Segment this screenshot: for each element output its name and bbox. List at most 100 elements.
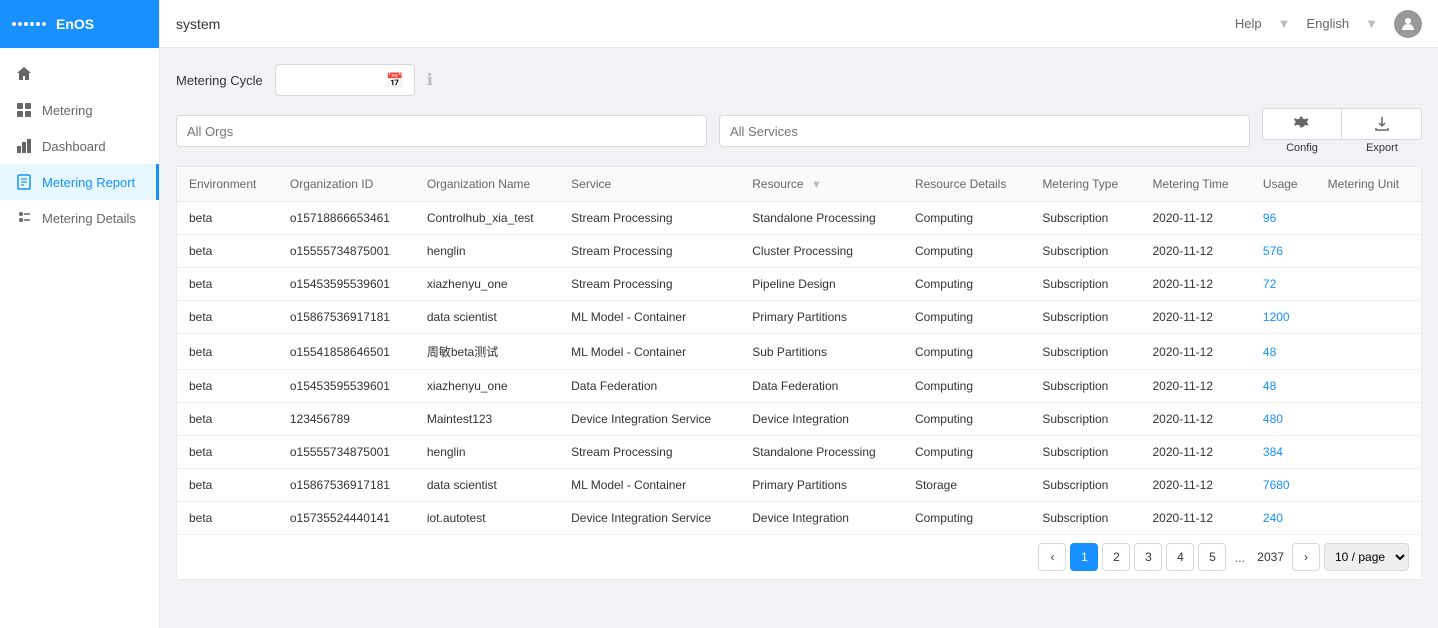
config-button[interactable] bbox=[1262, 108, 1342, 140]
cell-org-id: o15453595539601 bbox=[278, 370, 415, 403]
cell-org-id: o15867536917181 bbox=[278, 469, 415, 502]
sidebar-item-dashboard[interactable]: Dashboard bbox=[0, 128, 159, 164]
cell-org-id: o15718866653461 bbox=[278, 202, 415, 235]
dashboard-icon bbox=[16, 138, 32, 154]
cell-resource: Pipeline Design bbox=[740, 268, 903, 301]
cell-usage[interactable]: 72 bbox=[1251, 268, 1316, 301]
cell-org-name: henglin bbox=[415, 235, 559, 268]
calendar-icon: 📅 bbox=[386, 72, 403, 89]
sidebar-item-metering-label: Metering bbox=[42, 103, 93, 118]
sidebar-item-metering-details-label: Metering Details bbox=[42, 211, 136, 226]
sidebar-item-metering-details[interactable]: Metering Details bbox=[0, 200, 159, 236]
cell-environment: beta bbox=[177, 334, 278, 370]
col-resource[interactable]: Resource ▼ bbox=[740, 167, 903, 202]
cell-usage[interactable]: 96 bbox=[1251, 202, 1316, 235]
info-icon[interactable]: ℹ bbox=[427, 70, 433, 90]
details-icon bbox=[16, 210, 32, 226]
cell-usage[interactable]: 48 bbox=[1251, 334, 1316, 370]
export-button[interactable] bbox=[1342, 108, 1422, 140]
sidebar-item-metering[interactable]: Metering bbox=[0, 92, 159, 128]
date-input-field[interactable]: 2020-11 bbox=[286, 73, 381, 88]
export-label: Export bbox=[1342, 142, 1422, 154]
cell-environment: beta bbox=[177, 436, 278, 469]
cell-org-id: o15735524440141 bbox=[278, 502, 415, 535]
cell-resource: Primary Partitions bbox=[740, 469, 903, 502]
cell-metering-time: 2020-11-12 bbox=[1141, 436, 1251, 469]
cell-org-id: 123456789 bbox=[278, 403, 415, 436]
table-row: beta o15555734875001 henglin Stream Proc… bbox=[177, 235, 1421, 268]
page-size-select[interactable]: 10 / page 20 / page 50 / page bbox=[1324, 543, 1409, 571]
cell-usage[interactable]: 1200 bbox=[1251, 301, 1316, 334]
cell-service: Stream Processing bbox=[559, 202, 740, 235]
report-icon bbox=[16, 174, 32, 190]
cell-resource-details: Storage bbox=[903, 469, 1030, 502]
sidebar-item-metering-report[interactable]: Metering Report bbox=[0, 164, 159, 200]
filter-row: Metering Cycle 2020-11 📅 ℹ bbox=[176, 64, 1422, 96]
page-3-button[interactable]: 3 bbox=[1134, 543, 1162, 571]
help-button[interactable]: Help bbox=[1235, 16, 1262, 31]
sidebar-item-home[interactable] bbox=[0, 56, 159, 92]
page-4-button[interactable]: 4 bbox=[1166, 543, 1194, 571]
cell-service: Stream Processing bbox=[559, 436, 740, 469]
cell-service: Data Federation bbox=[559, 370, 740, 403]
cell-metering-type: Subscription bbox=[1030, 268, 1140, 301]
date-picker[interactable]: 2020-11 📅 bbox=[275, 64, 415, 96]
language-selector[interactable]: English bbox=[1306, 16, 1349, 31]
cell-resource-details: Computing bbox=[903, 334, 1030, 370]
cell-metering-type: Subscription bbox=[1030, 403, 1140, 436]
cell-resource: Device Integration bbox=[740, 403, 903, 436]
services-search-input[interactable] bbox=[719, 115, 1250, 147]
cell-resource-details: Computing bbox=[903, 235, 1030, 268]
cell-resource: Primary Partitions bbox=[740, 301, 903, 334]
cell-environment: beta bbox=[177, 469, 278, 502]
table-row: beta o15541858646501 周敏beta测试 ML Model -… bbox=[177, 334, 1421, 370]
cell-service: Stream Processing bbox=[559, 268, 740, 301]
page-1-button[interactable]: 1 bbox=[1070, 543, 1098, 571]
system-label: system bbox=[176, 16, 220, 32]
cell-resource-details: Computing bbox=[903, 202, 1030, 235]
table-row: beta 123456789 Maintest123 Device Integr… bbox=[177, 403, 1421, 436]
cell-resource: Sub Partitions bbox=[740, 334, 903, 370]
cell-usage[interactable]: 384 bbox=[1251, 436, 1316, 469]
cell-resource-details: Computing bbox=[903, 403, 1030, 436]
cell-usage[interactable]: 48 bbox=[1251, 370, 1316, 403]
cell-org-name: xiazhenyu_one bbox=[415, 268, 559, 301]
user-avatar[interactable] bbox=[1394, 10, 1422, 38]
cell-resource: Cluster Processing bbox=[740, 235, 903, 268]
cell-metering-time: 2020-11-12 bbox=[1141, 334, 1251, 370]
data-table: Environment Organization ID Organization… bbox=[176, 166, 1422, 580]
cell-service: Device Integration Service bbox=[559, 403, 740, 436]
cell-metering-type: Subscription bbox=[1030, 469, 1140, 502]
col-resource-details: Resource Details bbox=[903, 167, 1030, 202]
cell-usage[interactable]: 576 bbox=[1251, 235, 1316, 268]
cell-metering-unit bbox=[1316, 469, 1421, 502]
resource-filter-icon[interactable]: ▼ bbox=[811, 179, 822, 191]
cell-metering-type: Subscription bbox=[1030, 502, 1140, 535]
logo-text: EnOS bbox=[56, 16, 94, 32]
cell-org-name: 周敏beta测试 bbox=[415, 334, 559, 370]
cell-usage[interactable]: 480 bbox=[1251, 403, 1316, 436]
cell-environment: beta bbox=[177, 502, 278, 535]
cell-metering-unit bbox=[1316, 202, 1421, 235]
page-next-button[interactable]: › bbox=[1292, 543, 1320, 571]
cell-metering-unit bbox=[1316, 235, 1421, 268]
page-prev-button[interactable]: ‹ bbox=[1038, 543, 1066, 571]
cell-service: ML Model - Container bbox=[559, 469, 740, 502]
cell-org-name: data scientist bbox=[415, 301, 559, 334]
col-org-name: Organization Name bbox=[415, 167, 559, 202]
cell-org-id: o15867536917181 bbox=[278, 301, 415, 334]
cell-resource-details: Computing bbox=[903, 370, 1030, 403]
org-search-input[interactable] bbox=[176, 115, 707, 147]
main-content: system Help ▼ English ▼ Metering Cycle 2… bbox=[160, 0, 1438, 628]
pagination: ‹ 1 2 3 4 5 ... 2037 › 10 / page 20 / pa… bbox=[177, 534, 1421, 579]
cell-metering-type: Subscription bbox=[1030, 334, 1140, 370]
cell-metering-time: 2020-11-12 bbox=[1141, 202, 1251, 235]
page-5-button[interactable]: 5 bbox=[1198, 543, 1226, 571]
app-logo[interactable]: EnOS bbox=[0, 0, 159, 48]
page-2-button[interactable]: 2 bbox=[1102, 543, 1130, 571]
cell-usage[interactable]: 7680 bbox=[1251, 469, 1316, 502]
cell-usage[interactable]: 240 bbox=[1251, 502, 1316, 535]
table-row: beta o15555734875001 henglin Stream Proc… bbox=[177, 436, 1421, 469]
table-row: beta o15453595539601 xiazhenyu_one Strea… bbox=[177, 268, 1421, 301]
col-org-id: Organization ID bbox=[278, 167, 415, 202]
